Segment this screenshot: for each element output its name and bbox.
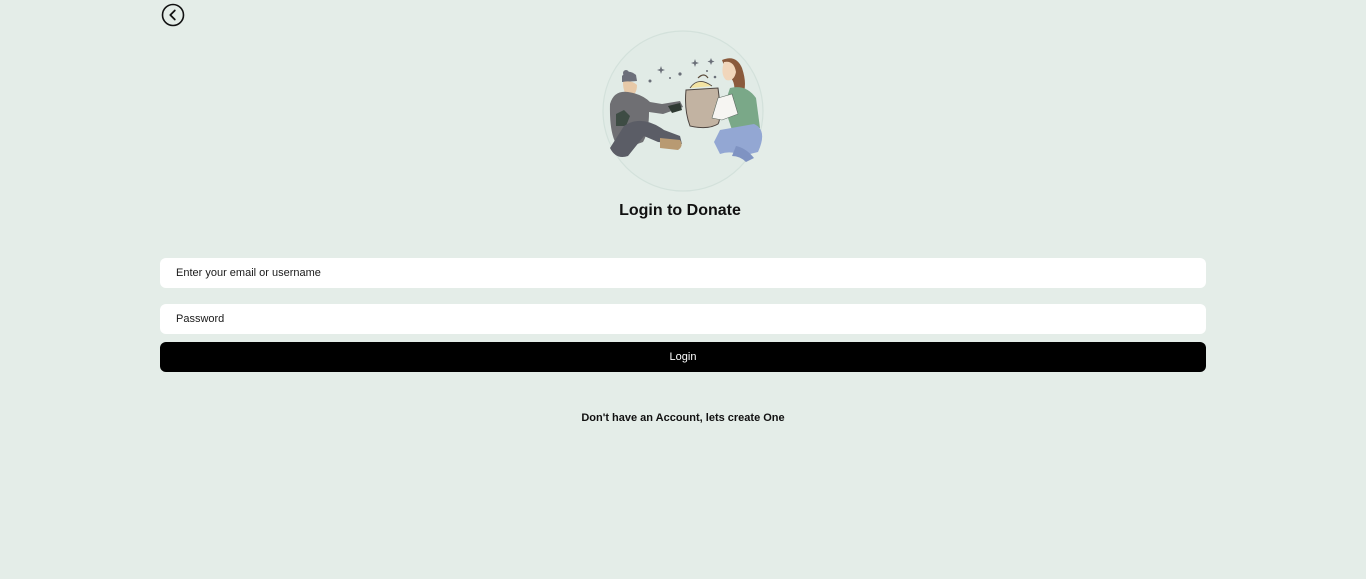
page-title: Login to Donate: [619, 202, 741, 219]
back-icon[interactable]: [161, 3, 185, 27]
donation-illustration: [602, 30, 764, 192]
login-page: Login to Donate Login Don't have an Acco…: [0, 0, 1366, 579]
email-field[interactable]: [160, 258, 1206, 288]
password-field[interactable]: [160, 304, 1206, 334]
create-account-link[interactable]: Don't have an Account, lets create One: [0, 412, 1366, 424]
login-button[interactable]: Login: [160, 342, 1206, 372]
